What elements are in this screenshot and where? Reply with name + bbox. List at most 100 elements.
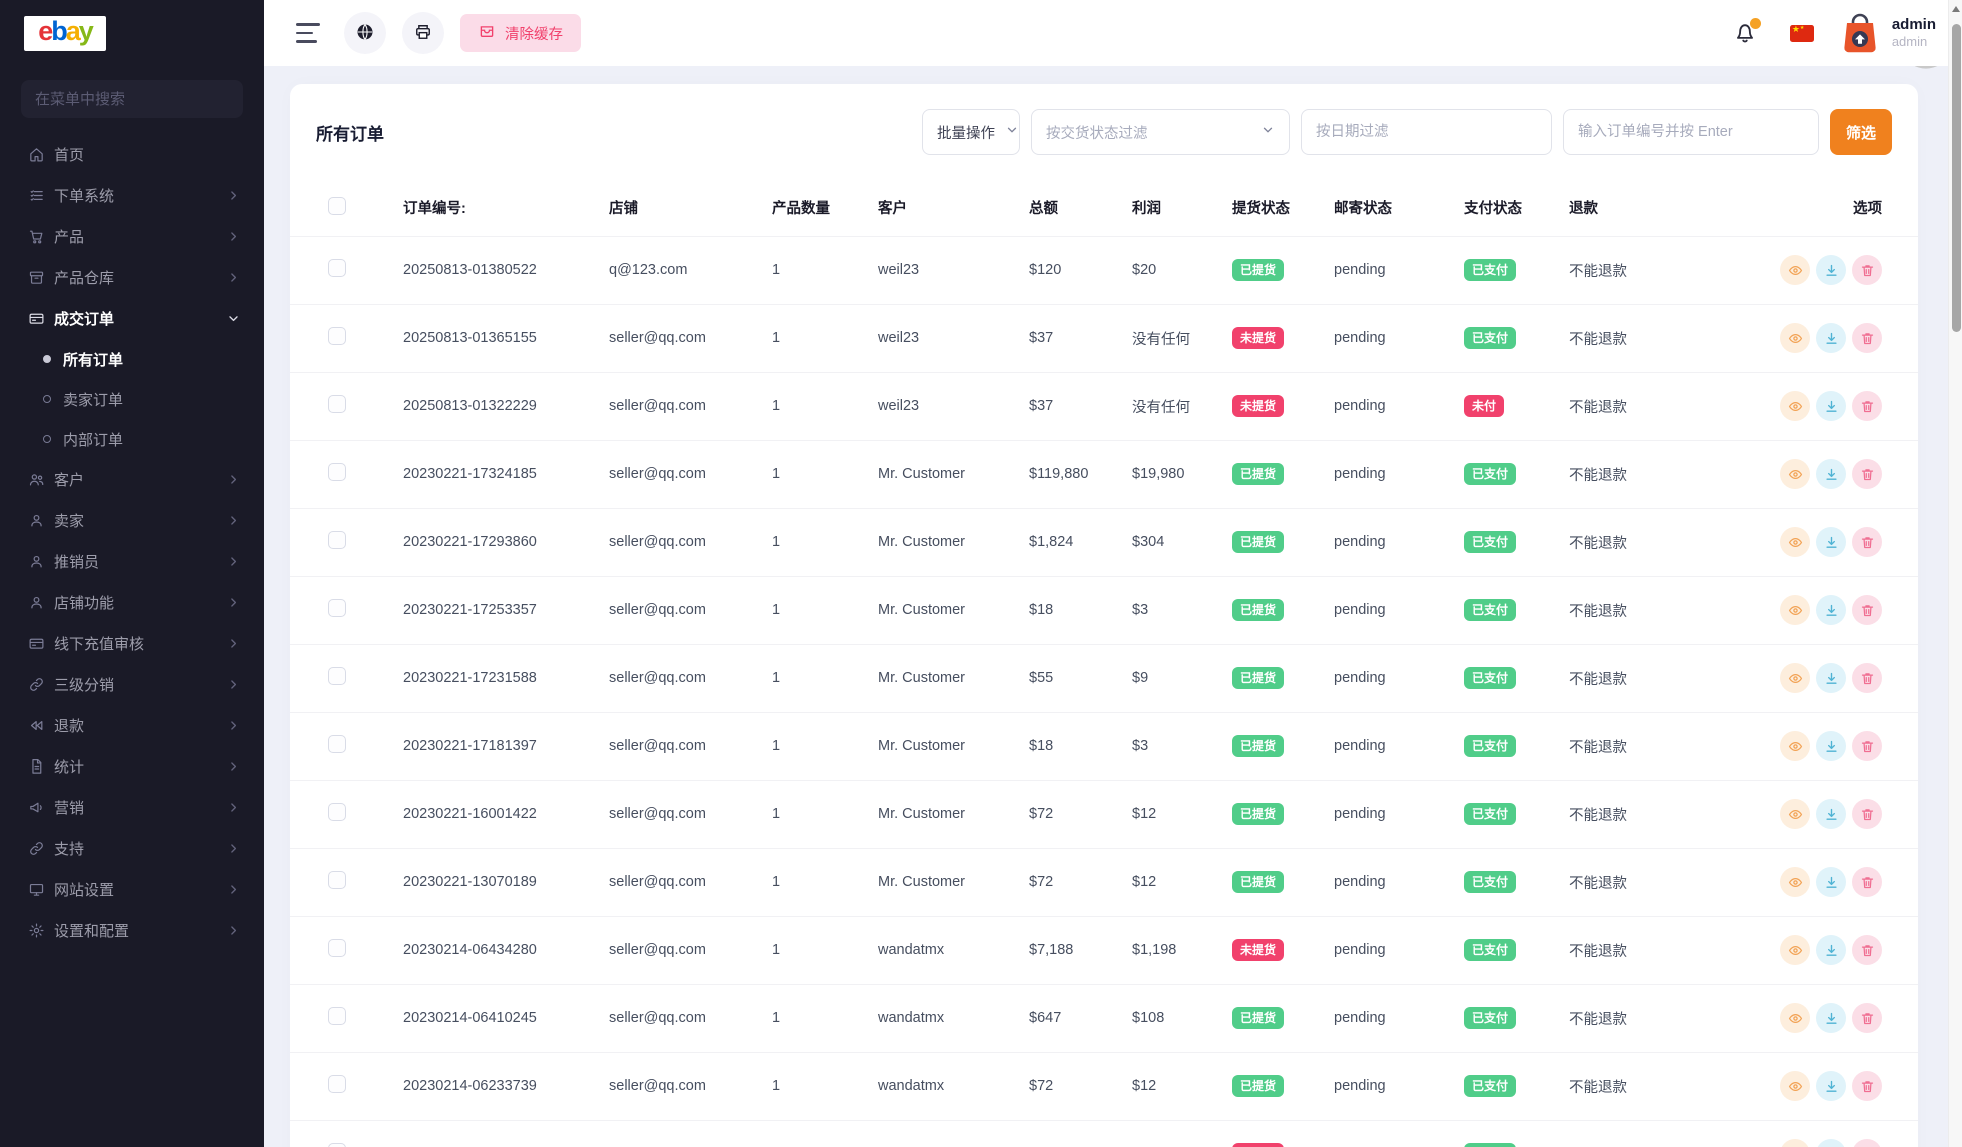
delete-button[interactable]	[1852, 459, 1882, 489]
scrollbar-thumb[interactable]	[1951, 24, 1961, 332]
notifications-button[interactable]	[1732, 18, 1761, 46]
table-row: 20230221-16001422 seller@qq.com 1 Mr. Custo…	[290, 780, 1918, 849]
delete-button[interactable]	[1852, 255, 1882, 285]
hamburger-menu-icon[interactable]	[296, 23, 322, 43]
view-button[interactable]	[1780, 527, 1810, 557]
sidebar-item-salesmen[interactable]: 推销员	[0, 541, 264, 582]
sidebar-item-three-level-distribution[interactable]: 三级分销	[0, 664, 264, 705]
row-checkbox[interactable]	[328, 871, 346, 889]
row-checkbox[interactable]	[328, 395, 346, 413]
filter-button[interactable]: 筛选	[1830, 109, 1892, 155]
delete-button[interactable]	[1852, 867, 1882, 897]
delete-button[interactable]	[1852, 1003, 1882, 1033]
bulk-actions-select[interactable]: 批量操作	[922, 109, 1020, 155]
download-button[interactable]	[1816, 1071, 1846, 1101]
download-button[interactable]	[1816, 595, 1846, 625]
order-number-filter-input[interactable]	[1563, 109, 1819, 155]
view-button[interactable]	[1780, 595, 1810, 625]
delivery-status-select[interactable]: 按交货状态过滤	[1031, 109, 1290, 155]
sidebar-item-store-features[interactable]: 店铺功能	[0, 582, 264, 623]
row-checkbox[interactable]	[328, 599, 346, 617]
delete-button[interactable]	[1852, 663, 1882, 693]
row-checkbox[interactable]	[328, 939, 346, 957]
scrollbar-up-arrow-icon[interactable]	[1952, 6, 1960, 12]
sidebar-item-order-system[interactable]: 下单系统	[0, 175, 264, 216]
row-checkbox[interactable]	[328, 667, 346, 685]
sidebar-item-customers[interactable]: 客户	[0, 459, 264, 500]
sidebar-item-product-warehouse[interactable]: 产品仓库	[0, 257, 264, 298]
menu-search-input[interactable]	[21, 80, 243, 118]
print-button[interactable]	[402, 12, 444, 54]
delete-button[interactable]	[1852, 323, 1882, 353]
delete-button[interactable]	[1852, 935, 1882, 965]
download-button[interactable]	[1816, 1003, 1846, 1033]
view-button[interactable]	[1780, 935, 1810, 965]
download-button[interactable]	[1816, 731, 1846, 761]
sidebar-item-home[interactable]: 首页	[0, 134, 264, 175]
delete-button[interactable]	[1852, 595, 1882, 625]
brand-logo[interactable]: ebay	[0, 0, 264, 66]
delete-button[interactable]	[1852, 527, 1882, 557]
sidebar-item-deal-orders[interactable]: 成交订单	[0, 298, 264, 339]
sidebar-subitem-seller-orders[interactable]: 卖家订单	[0, 379, 264, 419]
download-button[interactable]	[1816, 935, 1846, 965]
download-button[interactable]	[1816, 799, 1846, 829]
clear-cache-button[interactable]: 清除缓存	[460, 14, 581, 52]
row-checkbox[interactable]	[328, 1007, 346, 1025]
user-avatar-bag-icon[interactable]	[1840, 11, 1880, 55]
view-button[interactable]	[1780, 1003, 1810, 1033]
download-button[interactable]	[1816, 391, 1846, 421]
row-checkbox[interactable]	[328, 327, 346, 345]
vertical-scrollbar[interactable]	[1948, 0, 1962, 1147]
select-all-checkbox[interactable]	[328, 196, 346, 215]
sidebar-item-offline-recharge-review[interactable]: 线下充值审核	[0, 623, 264, 664]
view-button[interactable]	[1780, 391, 1810, 421]
sidebar-subitem-internal-orders[interactable]: 内部订单	[0, 419, 264, 459]
download-button[interactable]	[1816, 867, 1846, 897]
download-button[interactable]	[1816, 1139, 1846, 1147]
sidebar-item-refunds[interactable]: 退款	[0, 705, 264, 746]
download-button[interactable]	[1816, 459, 1846, 489]
download-button[interactable]	[1816, 255, 1846, 285]
sidebar-item-settings-config[interactable]: 设置和配置	[0, 910, 264, 951]
view-button[interactable]	[1780, 1139, 1810, 1147]
refund-cell: 不能退款	[1569, 916, 1750, 985]
sidebar-item-support[interactable]: 支持	[0, 828, 264, 869]
date-filter-input[interactable]	[1301, 109, 1552, 155]
download-button[interactable]	[1816, 527, 1846, 557]
sidebar-item-website-settings[interactable]: 网站设置	[0, 869, 264, 910]
view-button[interactable]	[1780, 663, 1810, 693]
row-checkbox[interactable]	[328, 259, 346, 277]
download-button[interactable]	[1816, 663, 1846, 693]
download-button[interactable]	[1816, 323, 1846, 353]
delete-button[interactable]	[1852, 731, 1882, 761]
file-icon	[28, 758, 45, 775]
delete-button[interactable]	[1852, 1139, 1882, 1147]
view-button[interactable]	[1780, 255, 1810, 285]
globe-button[interactable]	[344, 12, 386, 54]
delete-button[interactable]	[1852, 799, 1882, 829]
profit-cell: $12	[1132, 848, 1232, 917]
sidebar-item-products[interactable]: 产品	[0, 216, 264, 257]
sidebar-subitem-all-orders[interactable]: 所有订单	[0, 339, 264, 379]
row-checkbox[interactable]	[328, 735, 346, 753]
view-button[interactable]	[1780, 459, 1810, 489]
sidebar-item-marketing[interactable]: 营销	[0, 787, 264, 828]
view-button[interactable]	[1780, 323, 1810, 353]
user-info[interactable]: admin admin	[1892, 16, 1936, 51]
row-checkbox[interactable]	[328, 1075, 346, 1093]
view-button[interactable]	[1780, 867, 1810, 897]
sidebar-item-statistics[interactable]: 统计	[0, 746, 264, 787]
table-row: 20230221-13070189 seller@qq.com 1 Mr. Custo…	[290, 848, 1918, 917]
sidebar-item-sellers[interactable]: 卖家	[0, 500, 264, 541]
row-checkbox[interactable]	[328, 531, 346, 549]
view-button[interactable]	[1780, 731, 1810, 761]
language-flag-china[interactable]: ★ ★	[1789, 24, 1814, 42]
row-checkbox[interactable]	[328, 1143, 346, 1147]
view-button[interactable]	[1780, 1071, 1810, 1101]
delete-button[interactable]	[1852, 391, 1882, 421]
delete-button[interactable]	[1852, 1071, 1882, 1101]
view-button[interactable]	[1780, 799, 1810, 829]
row-checkbox[interactable]	[328, 803, 346, 821]
row-checkbox[interactable]	[328, 463, 346, 481]
